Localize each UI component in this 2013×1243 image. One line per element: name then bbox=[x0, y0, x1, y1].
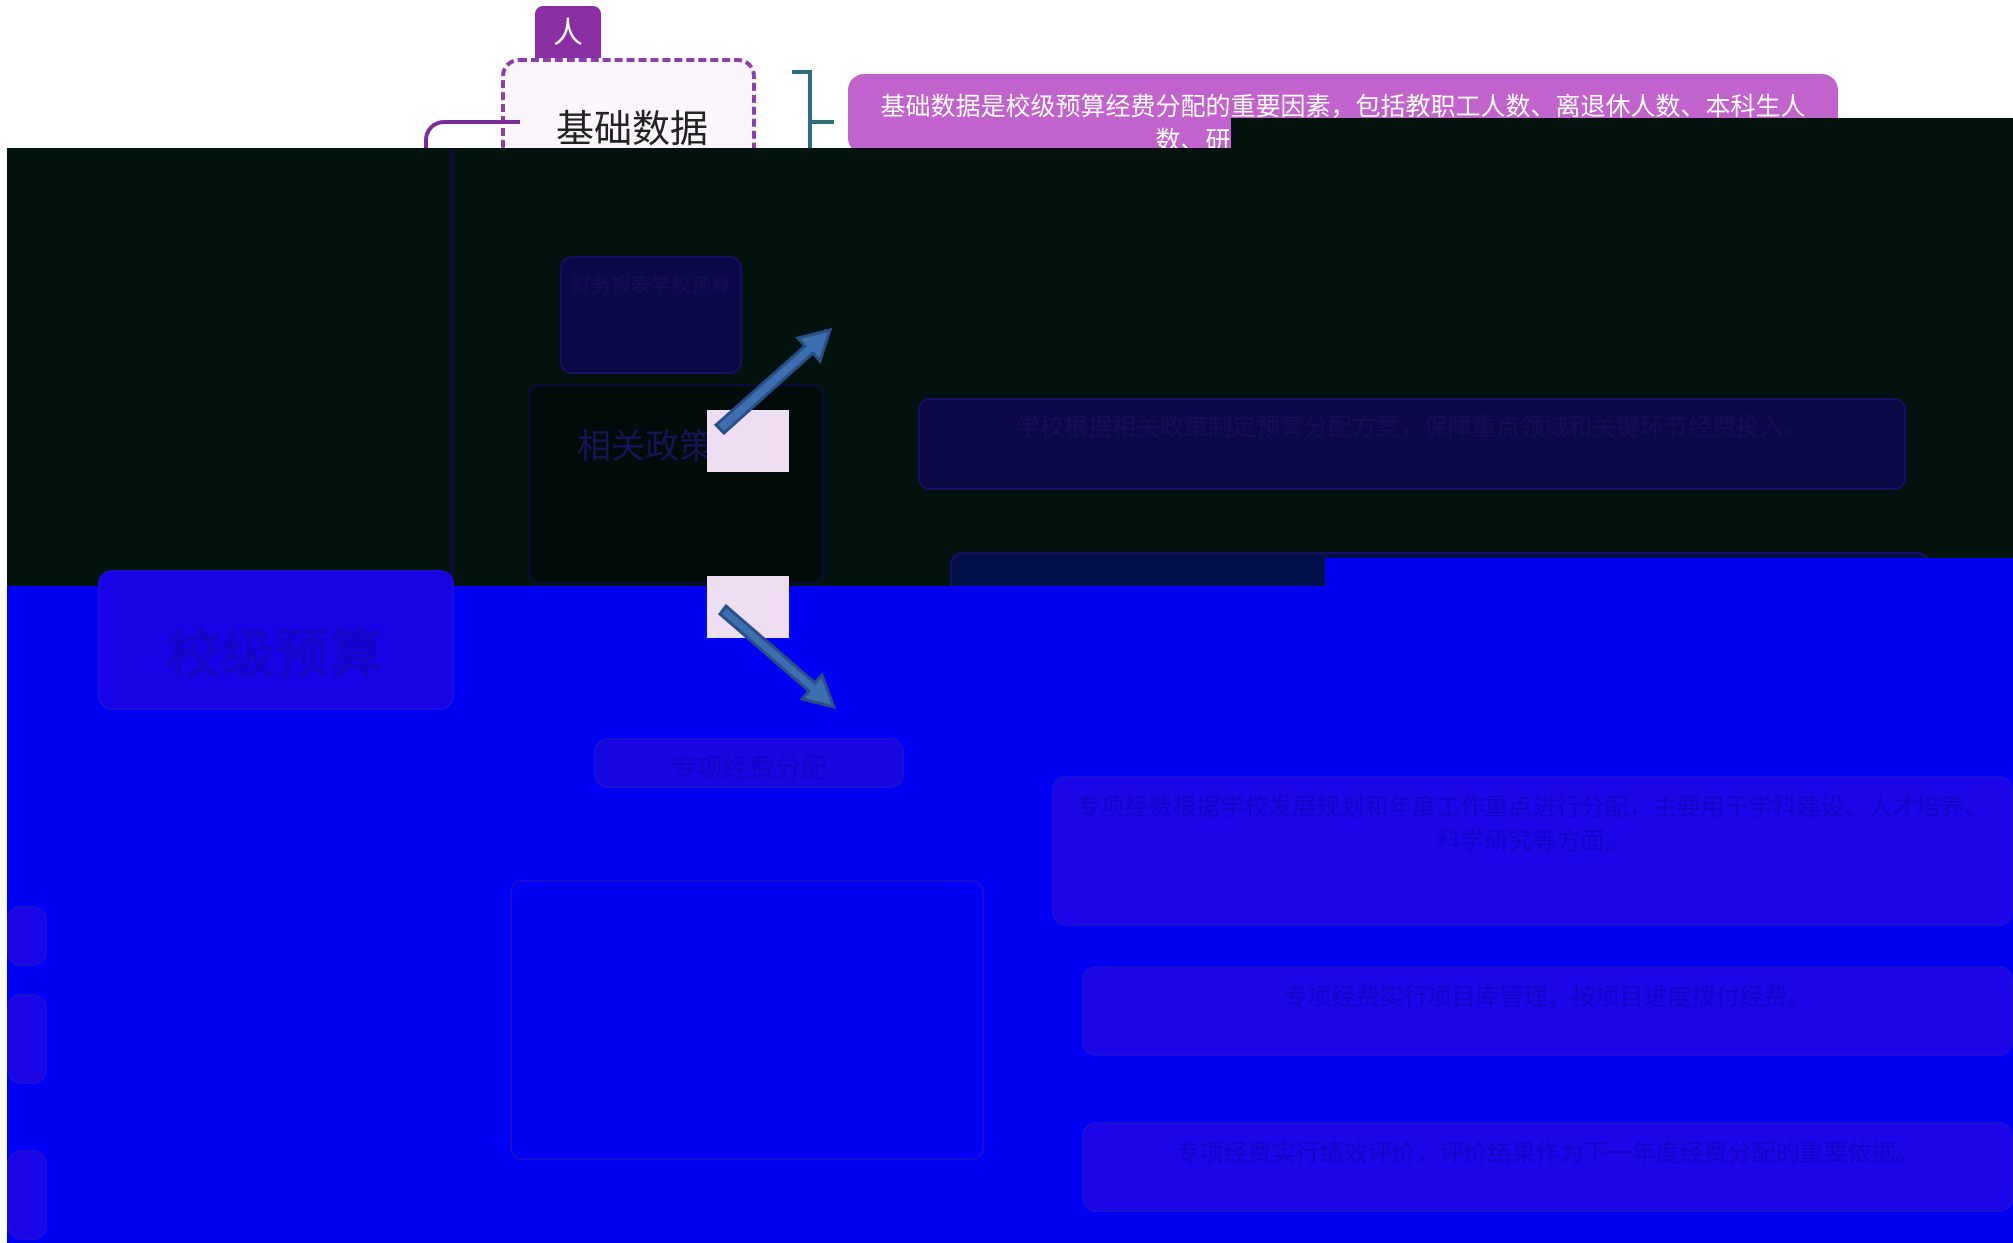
arrow-up-right-icon bbox=[713, 327, 833, 436]
arrow-down-right-icon bbox=[717, 603, 837, 710]
arrow-layer bbox=[713, 327, 837, 710]
